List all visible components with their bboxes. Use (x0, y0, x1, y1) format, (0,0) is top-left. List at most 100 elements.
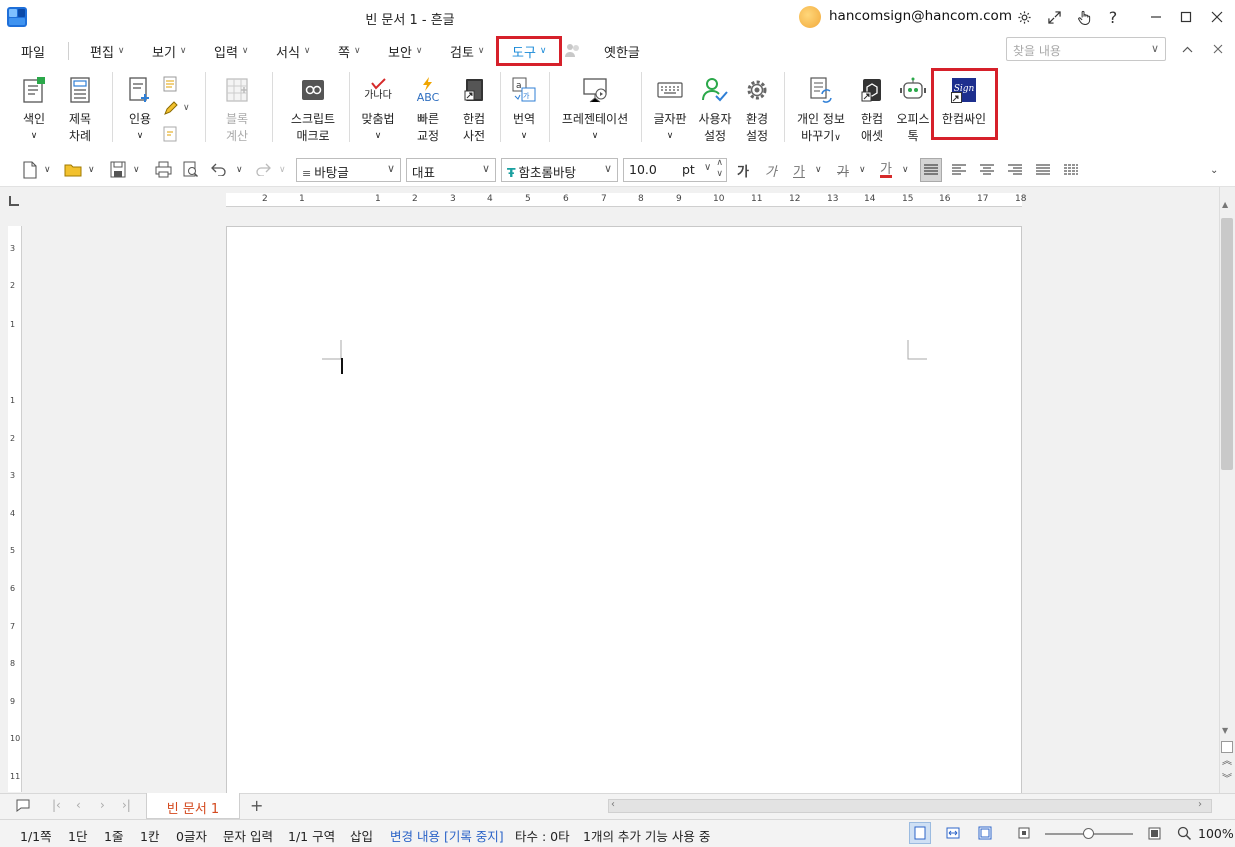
italic-button[interactable]: 가 (765, 160, 777, 180)
font-color-button[interactable]: 가 (880, 160, 892, 178)
menu-old-hangul[interactable]: 옛한글 (604, 40, 640, 62)
font-size-stepper-icon[interactable]: ∧ ∨ (716, 159, 723, 180)
next-page-icon[interactable]: ︾ (1222, 775, 1232, 785)
toc-button[interactable]: 제목 차례 (58, 75, 102, 145)
expand-toolbar-icon[interactable]: ⌄ (1210, 160, 1218, 180)
last-tab-icon[interactable]: ›| (122, 798, 131, 812)
previous-tab-icon[interactable]: ‹ (76, 798, 81, 812)
minimize-icon[interactable] (1143, 5, 1169, 29)
chevron-down-icon[interactable]: ∨ (1151, 42, 1159, 55)
vertical-scroll-thumb[interactable] (1221, 218, 1233, 470)
width-fit-button[interactable] (942, 822, 964, 844)
next-tab-icon[interactable]: › (100, 798, 105, 812)
zoom-magnifier-icon[interactable] (1177, 826, 1192, 841)
maximize-icon[interactable] (1173, 5, 1199, 29)
keyboard-button[interactable]: 글자판 ∨ (649, 75, 691, 145)
status-track-changes[interactable]: 변경 내용 [기록 중지] (390, 826, 504, 845)
chevron-down-icon[interactable]: ∨ (183, 103, 190, 113)
index-button[interactable]: 색인 ∨ (14, 75, 54, 145)
status-page[interactable]: 1/1쪽 (20, 826, 52, 845)
full-page-button[interactable] (974, 822, 996, 844)
save-icon[interactable] (110, 161, 126, 178)
vertical-ruler[interactable]: 3 2 1 1 2 3 4 5 6 7 8 9 10 11 (8, 226, 22, 792)
block-calc-button[interactable]: 블록 계산 (214, 75, 260, 145)
chevron-down-icon[interactable]: ∨ (88, 160, 95, 180)
user-settings-button[interactable]: 사용자 설정 (695, 75, 735, 145)
redo-icon[interactable] (255, 162, 271, 176)
font-select[interactable]: Ŧ 함초롬바탕 ∨ (501, 158, 618, 182)
menu-format[interactable]: 서식 ∨ (276, 40, 311, 62)
document-page[interactable] (226, 226, 1022, 796)
scroll-left-icon[interactable]: ‹ (611, 799, 615, 810)
search-input[interactable]: 찾을 내용 ∨ (1006, 37, 1166, 61)
chevron-down-icon[interactable]: ∨ (44, 160, 51, 180)
pen-icon[interactable] (162, 101, 180, 117)
hancom-dictionary-button[interactable]: 한컴 사전 (454, 75, 494, 145)
office-talk-button[interactable]: 오피스 톡 (894, 75, 932, 145)
menu-insert[interactable]: 입력 ∨ (214, 40, 249, 62)
menu-file[interactable]: 파일 (21, 40, 45, 62)
print-preview-icon[interactable] (182, 161, 199, 178)
bold-button[interactable]: 가 (737, 160, 749, 180)
align-center-icon[interactable] (980, 164, 994, 176)
spell-check-button[interactable]: 가나다 맞춤법 ∨ (358, 75, 398, 145)
zoom-slider-thumb[interactable] (1083, 828, 1094, 839)
footnote-icon[interactable] (162, 76, 180, 92)
align-left-icon[interactable] (952, 164, 966, 176)
hancom-asset-button[interactable]: 한컴 애셋 (853, 75, 891, 145)
menu-page[interactable]: 쪽 ∨ (338, 40, 361, 62)
split-view-icon[interactable] (1221, 741, 1233, 753)
justify-align-button[interactable] (920, 158, 942, 182)
tab-type-icon[interactable] (9, 196, 19, 206)
align-right-icon[interactable] (1008, 164, 1022, 176)
touch-mode-icon[interactable] (1071, 5, 1097, 29)
translate-button[interactable]: a가 번역 ∨ (505, 75, 543, 145)
chevron-down-icon[interactable]: ∨ (704, 162, 711, 173)
chevron-down-icon[interactable]: ∨ (279, 160, 286, 180)
split-align-icon[interactable] (1064, 164, 1078, 176)
quick-correct-button[interactable]: ABC 빠른 교정 (408, 75, 448, 145)
status-addons[interactable]: 1개의 추가 기능 사용 중 (583, 826, 710, 845)
settings-gear-icon[interactable] (1011, 5, 1037, 29)
close-icon[interactable] (1204, 5, 1230, 29)
horizontal-scrollbar[interactable] (608, 799, 1212, 813)
chevron-down-icon[interactable]: ∨ (133, 160, 140, 180)
status-insert-mode[interactable]: 삽입 (350, 826, 373, 845)
menu-security[interactable]: 보안 ∨ (388, 40, 423, 62)
memo-icon[interactable] (16, 799, 30, 812)
paragraph-style-select[interactable]: ≡ 바탕글 ∨ (296, 158, 401, 182)
scroll-up-icon[interactable]: ▲ (1222, 200, 1228, 209)
environment-settings-button[interactable]: 환경 설정 (738, 75, 776, 145)
zoom-out-page-button[interactable] (1013, 822, 1035, 844)
scroll-right-icon[interactable]: › (1198, 799, 1202, 810)
zoom-in-page-button[interactable] (1143, 822, 1165, 844)
fullscreen-icon[interactable] (1041, 5, 1067, 29)
horizontal-ruler[interactable]: 2 1 1 2 3 4 5 6 7 8 9 10 11 12 13 14 15 16 17 18 (226, 193, 1026, 207)
chevron-down-icon[interactable]: ∨ (902, 160, 909, 180)
menu-edit[interactable]: 편집 ∨ (90, 40, 125, 62)
font-size-input[interactable]: 10.0 pt ∨ ∧ ∨ (623, 158, 727, 182)
page-view-button[interactable] (909, 822, 931, 844)
scroll-down-icon[interactable]: ▼ (1222, 726, 1228, 735)
cross-reference-icon[interactable] (162, 126, 180, 142)
new-document-icon[interactable] (22, 161, 38, 179)
collaboration-icon[interactable] (564, 42, 582, 58)
previous-page-icon[interactable]: ︽ (1222, 757, 1232, 767)
add-tab-button[interactable]: + (250, 796, 263, 815)
print-icon[interactable] (155, 161, 172, 178)
distribute-align-icon[interactable] (1036, 164, 1050, 176)
account-email[interactable]: hancomsign@hancom.com (829, 8, 1012, 24)
close-ribbon-icon[interactable] (1205, 37, 1231, 61)
open-folder-icon[interactable] (64, 162, 82, 178)
menu-review[interactable]: 검토 ∨ (450, 40, 485, 62)
collapse-ribbon-icon[interactable] (1174, 37, 1200, 61)
document-tab[interactable]: 빈 문서 1 (146, 793, 240, 819)
chevron-down-icon[interactable]: ∨ (236, 160, 243, 180)
chevron-down-icon[interactable]: ∨ (815, 160, 822, 180)
account-avatar[interactable] (799, 6, 821, 28)
help-icon[interactable]: ? (1100, 5, 1126, 29)
language-select[interactable]: 대표 ∨ (406, 158, 496, 182)
privacy-replace-button[interactable]: 개인 정보 바꾸기∨ (792, 75, 850, 147)
status-input-mode[interactable]: 문자 입력 (223, 826, 273, 845)
underline-button[interactable]: 가 (793, 160, 805, 180)
